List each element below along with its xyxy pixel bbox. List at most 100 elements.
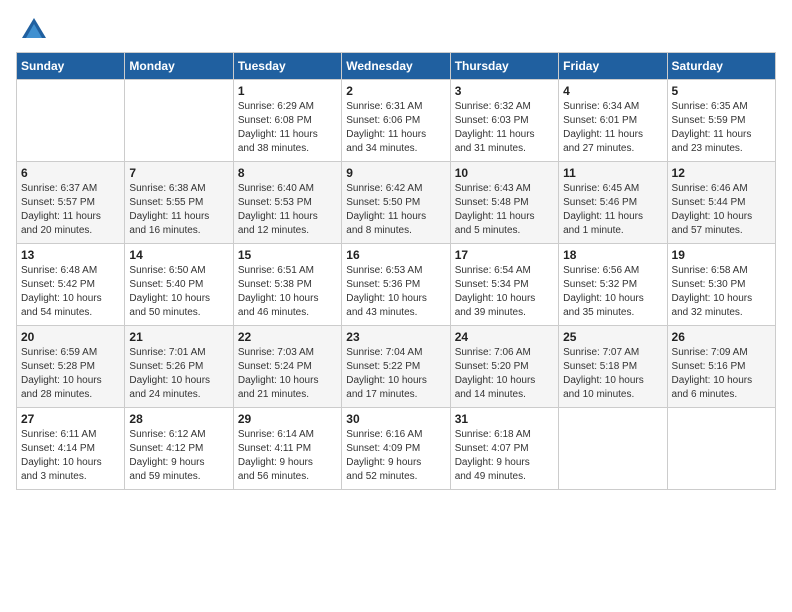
- day-info: Sunrise: 6:12 AM Sunset: 4:12 PM Dayligh…: [129, 428, 228, 484]
- calendar-cell: [17, 80, 125, 162]
- page-header: [16, 16, 776, 44]
- calendar-cell: 26 Sunrise: 7:09 AM Sunset: 5:16 PM Dayli…: [667, 326, 775, 408]
- calendar-cell: 15 Sunrise: 6:51 AM Sunset: 5:38 PM Dayli…: [233, 244, 341, 326]
- calendar-cell: 28 Sunrise: 6:12 AM Sunset: 4:12 PM Dayli…: [125, 408, 233, 490]
- day-number: 9: [346, 166, 445, 180]
- day-info: Sunrise: 6:51 AM Sunset: 5:38 PM Dayligh…: [238, 264, 337, 320]
- day-number: 2: [346, 84, 445, 98]
- day-info: Sunrise: 6:32 AM Sunset: 6:03 PM Dayligh…: [455, 100, 554, 156]
- day-info: Sunrise: 6:16 AM Sunset: 4:09 PM Dayligh…: [346, 428, 445, 484]
- calendar-cell: 5 Sunrise: 6:35 AM Sunset: 5:59 PM Daylig…: [667, 80, 775, 162]
- calendar-week-row: 27 Sunrise: 6:11 AM Sunset: 4:14 PM Dayli…: [17, 408, 776, 490]
- calendar-cell: 10 Sunrise: 6:43 AM Sunset: 5:48 PM Dayli…: [450, 162, 558, 244]
- day-number: 13: [21, 248, 120, 262]
- calendar-table: SundayMondayTuesdayWednesdayThursdayFrid…: [16, 52, 776, 490]
- day-number: 17: [455, 248, 554, 262]
- day-info: Sunrise: 6:56 AM Sunset: 5:32 PM Dayligh…: [563, 264, 662, 320]
- day-info: Sunrise: 6:37 AM Sunset: 5:57 PM Dayligh…: [21, 182, 120, 238]
- calendar-cell: 2Sunrise: 6:31 AM Sunset: 6:06 PM Daylig…: [342, 80, 450, 162]
- day-info: Sunrise: 6:14 AM Sunset: 4:11 PM Dayligh…: [238, 428, 337, 484]
- day-info: Sunrise: 6:42 AM Sunset: 5:50 PM Dayligh…: [346, 182, 445, 238]
- day-info: Sunrise: 7:09 AM Sunset: 5:16 PM Dayligh…: [672, 346, 771, 402]
- day-number: 7: [129, 166, 228, 180]
- calendar-cell: 9 Sunrise: 6:42 AM Sunset: 5:50 PM Daylig…: [342, 162, 450, 244]
- day-number: 3: [455, 84, 554, 98]
- calendar-cell: 29 Sunrise: 6:14 AM Sunset: 4:11 PM Dayli…: [233, 408, 341, 490]
- header-tuesday: Tuesday: [233, 53, 341, 80]
- calendar-week-row: 20 Sunrise: 6:59 AM Sunset: 5:28 PM Dayli…: [17, 326, 776, 408]
- calendar-week-row: 1Sunrise: 6:29 AM Sunset: 6:08 PM Daylig…: [17, 80, 776, 162]
- day-number: 5: [672, 84, 771, 98]
- header-thursday: Thursday: [450, 53, 558, 80]
- calendar-week-row: 6 Sunrise: 6:37 AM Sunset: 5:57 PM Daylig…: [17, 162, 776, 244]
- calendar-cell: 11 Sunrise: 6:45 AM Sunset: 5:46 PM Dayli…: [559, 162, 667, 244]
- calendar-cell: 23 Sunrise: 7:04 AM Sunset: 5:22 PM Dayli…: [342, 326, 450, 408]
- day-number: 14: [129, 248, 228, 262]
- calendar-cell: 21 Sunrise: 7:01 AM Sunset: 5:26 PM Dayli…: [125, 326, 233, 408]
- day-number: 22: [238, 330, 337, 344]
- day-info: Sunrise: 6:11 AM Sunset: 4:14 PM Dayligh…: [21, 428, 120, 484]
- day-number: 8: [238, 166, 337, 180]
- logo: [16, 16, 48, 44]
- day-info: Sunrise: 6:59 AM Sunset: 5:28 PM Dayligh…: [21, 346, 120, 402]
- header-monday: Monday: [125, 53, 233, 80]
- calendar-cell: 7 Sunrise: 6:38 AM Sunset: 5:55 PM Daylig…: [125, 162, 233, 244]
- calendar-cell: 25 Sunrise: 7:07 AM Sunset: 5:18 PM Dayli…: [559, 326, 667, 408]
- day-number: 4: [563, 84, 662, 98]
- calendar-cell: 18 Sunrise: 6:56 AM Sunset: 5:32 PM Dayli…: [559, 244, 667, 326]
- day-number: 25: [563, 330, 662, 344]
- day-number: 6: [21, 166, 120, 180]
- day-number: 27: [21, 412, 120, 426]
- header-saturday: Saturday: [667, 53, 775, 80]
- day-number: 31: [455, 412, 554, 426]
- day-info: Sunrise: 7:01 AM Sunset: 5:26 PM Dayligh…: [129, 346, 228, 402]
- calendar-cell: [559, 408, 667, 490]
- calendar-cell: 13 Sunrise: 6:48 AM Sunset: 5:42 PM Dayli…: [17, 244, 125, 326]
- day-info: Sunrise: 6:54 AM Sunset: 5:34 PM Dayligh…: [455, 264, 554, 320]
- calendar-cell: 12 Sunrise: 6:46 AM Sunset: 5:44 PM Dayli…: [667, 162, 775, 244]
- header-wednesday: Wednesday: [342, 53, 450, 80]
- day-info: Sunrise: 6:35 AM Sunset: 5:59 PM Dayligh…: [672, 100, 771, 156]
- day-info: Sunrise: 6:34 AM Sunset: 6:01 PM Dayligh…: [563, 100, 662, 156]
- day-info: Sunrise: 7:03 AM Sunset: 5:24 PM Dayligh…: [238, 346, 337, 402]
- day-number: 20: [21, 330, 120, 344]
- logo-icon: [20, 16, 48, 44]
- day-info: Sunrise: 6:48 AM Sunset: 5:42 PM Dayligh…: [21, 264, 120, 320]
- day-number: 18: [563, 248, 662, 262]
- day-number: 10: [455, 166, 554, 180]
- calendar-cell: 1Sunrise: 6:29 AM Sunset: 6:08 PM Daylig…: [233, 80, 341, 162]
- day-number: 28: [129, 412, 228, 426]
- day-info: Sunrise: 6:38 AM Sunset: 5:55 PM Dayligh…: [129, 182, 228, 238]
- day-info: Sunrise: 6:40 AM Sunset: 5:53 PM Dayligh…: [238, 182, 337, 238]
- day-info: Sunrise: 6:45 AM Sunset: 5:46 PM Dayligh…: [563, 182, 662, 238]
- calendar-header-row: SundayMondayTuesdayWednesdayThursdayFrid…: [17, 53, 776, 80]
- day-number: 12: [672, 166, 771, 180]
- calendar-cell: 19Sunrise: 6:58 AM Sunset: 5:30 PM Dayli…: [667, 244, 775, 326]
- day-number: 26: [672, 330, 771, 344]
- header-friday: Friday: [559, 53, 667, 80]
- day-info: Sunrise: 6:43 AM Sunset: 5:48 PM Dayligh…: [455, 182, 554, 238]
- calendar-cell: 24 Sunrise: 7:06 AM Sunset: 5:20 PM Dayli…: [450, 326, 558, 408]
- day-info: Sunrise: 6:46 AM Sunset: 5:44 PM Dayligh…: [672, 182, 771, 238]
- calendar-cell: 8 Sunrise: 6:40 AM Sunset: 5:53 PM Daylig…: [233, 162, 341, 244]
- calendar-cell: 6 Sunrise: 6:37 AM Sunset: 5:57 PM Daylig…: [17, 162, 125, 244]
- calendar-cell: 3 Sunrise: 6:32 AM Sunset: 6:03 PM Daylig…: [450, 80, 558, 162]
- day-number: 23: [346, 330, 445, 344]
- day-number: 29: [238, 412, 337, 426]
- day-number: 24: [455, 330, 554, 344]
- calendar-cell: [667, 408, 775, 490]
- calendar-cell: 14Sunrise: 6:50 AM Sunset: 5:40 PM Dayli…: [125, 244, 233, 326]
- day-number: 15: [238, 248, 337, 262]
- day-number: 16: [346, 248, 445, 262]
- day-info: Sunrise: 7:07 AM Sunset: 5:18 PM Dayligh…: [563, 346, 662, 402]
- day-info: Sunrise: 7:06 AM Sunset: 5:20 PM Dayligh…: [455, 346, 554, 402]
- day-info: Sunrise: 7:04 AM Sunset: 5:22 PM Dayligh…: [346, 346, 445, 402]
- day-info: Sunrise: 6:53 AM Sunset: 5:36 PM Dayligh…: [346, 264, 445, 320]
- calendar-cell: 22 Sunrise: 7:03 AM Sunset: 5:24 PM Dayli…: [233, 326, 341, 408]
- header-sunday: Sunday: [17, 53, 125, 80]
- calendar-week-row: 13 Sunrise: 6:48 AM Sunset: 5:42 PM Dayli…: [17, 244, 776, 326]
- day-number: 1: [238, 84, 337, 98]
- day-number: 11: [563, 166, 662, 180]
- day-number: 21: [129, 330, 228, 344]
- calendar-cell: 30Sunrise: 6:16 AM Sunset: 4:09 PM Dayli…: [342, 408, 450, 490]
